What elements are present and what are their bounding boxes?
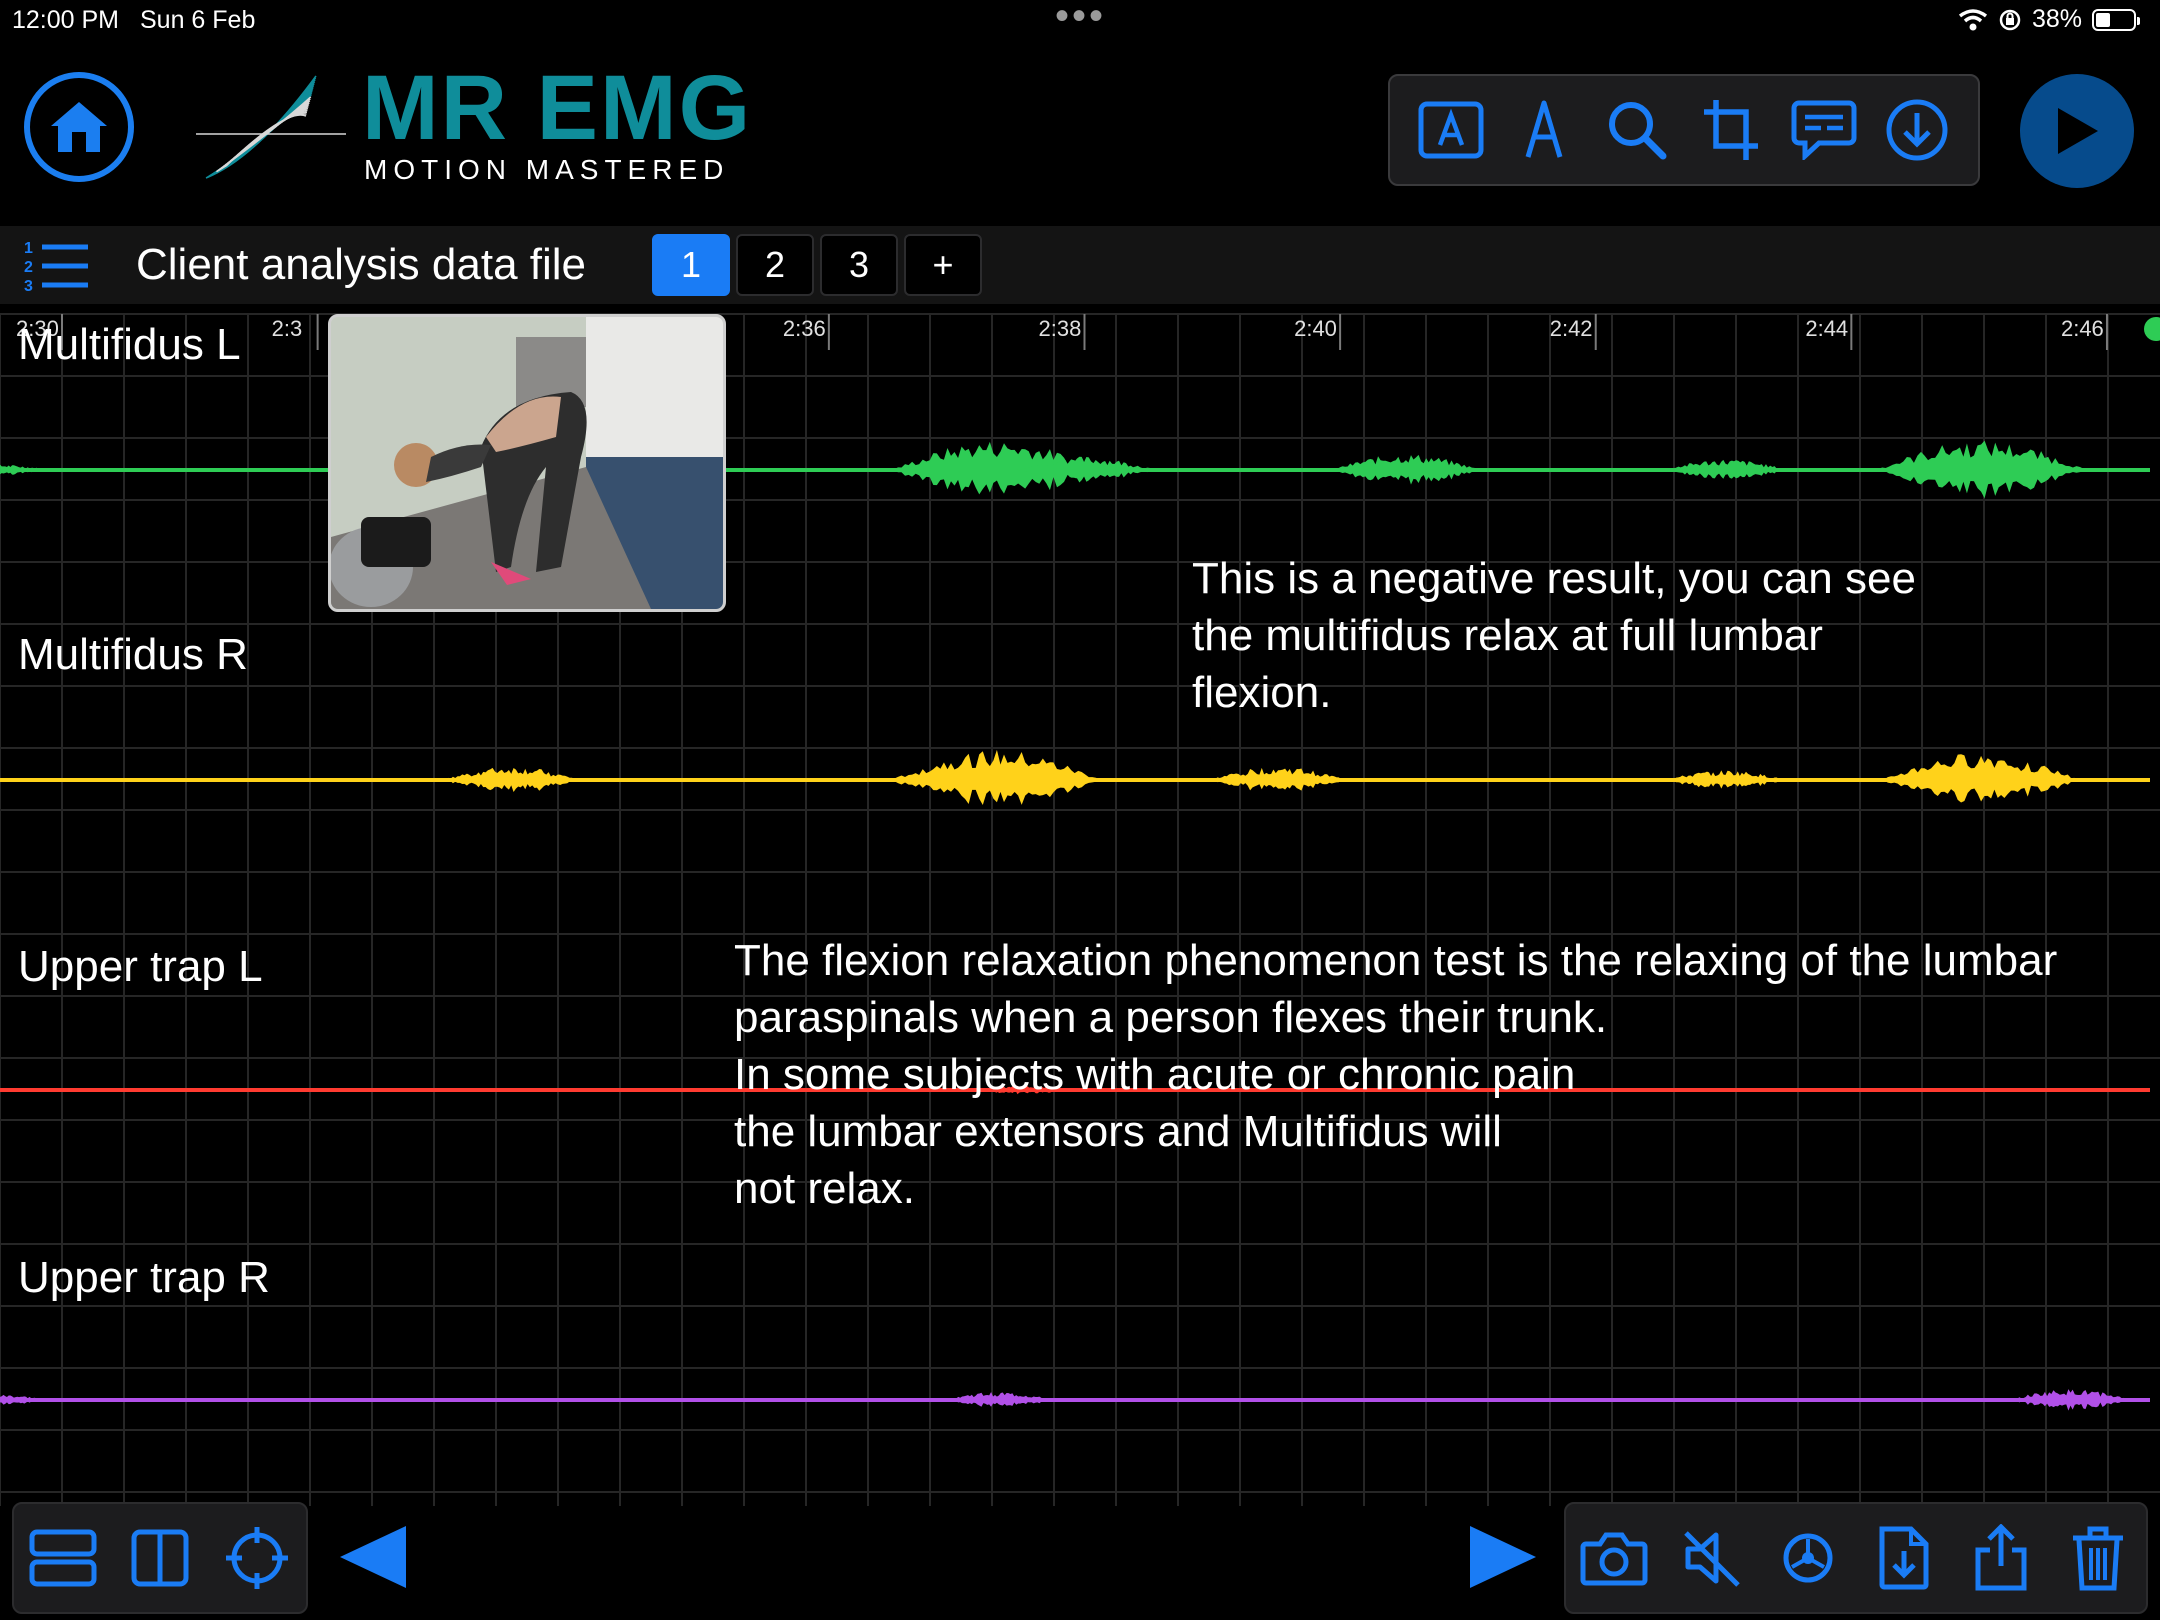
brand-logo-icon [196,75,346,179]
import-file-icon[interactable] [1865,1519,1943,1597]
note-line: the lumbar extensors and Multifidus will [734,1107,1502,1156]
emg-burst [1661,459,1790,479]
note-line: This is a negative result, you can see [1192,554,1916,603]
brand-name: MR EMG [362,57,753,159]
x-tick-label: 2:40 [1294,316,1337,341]
wifi-icon [1958,8,1988,30]
svg-text:2: 2 [24,259,33,276]
emg-burst [890,749,1103,806]
emg-burst [0,464,52,475]
share-icon[interactable] [1962,1519,2040,1597]
logo-stroke [208,81,316,178]
add-tab-button[interactable]: + [904,234,982,296]
tab-1[interactable]: 1 [652,234,730,296]
view-toolbar [12,1502,308,1614]
emg-burst [0,1394,52,1405]
emg-burst [2006,1389,2135,1411]
pen-icon[interactable] [1509,95,1579,165]
crop-icon[interactable] [1696,95,1766,165]
svg-text:3: 3 [24,278,33,294]
x-tick-label: 2:3 [272,316,303,341]
battery-icon [2092,8,2140,31]
tab-2[interactable]: 2 [736,234,814,296]
battery-percent: 38% [2031,5,2082,33]
channel-label-upper-trap-r: Upper trap R [18,1253,270,1302]
x-tick-label: 2:42 [1550,316,1593,341]
previous-arrow-icon[interactable] [336,1520,410,1594]
logo-stroke [209,83,315,177]
file-tabs: 1 2 3 + [652,234,982,296]
status-time: 12:00 PM [12,6,120,34]
emg-burst [1663,770,1788,789]
note-line: The flexion relaxation phenomenon test i… [734,936,2058,985]
file-title: Client analysis data file [136,240,587,289]
brand-tagline: MOTION MASTERED [364,154,730,185]
next-arrow-icon[interactable] [1466,1520,1540,1594]
emg-burst [938,1392,1055,1407]
orientation-lock-icon [1999,9,2021,30]
annotation-note-negative-result[interactable]: This is a negative result, you can see t… [1192,550,1916,721]
crosshair-icon[interactable] [218,1519,296,1597]
download-icon[interactable] [1882,95,1952,165]
note-line: paraspinals when a person flexes their t… [734,993,1608,1042]
stacked-view-icon[interactable] [24,1519,102,1597]
home-button[interactable] [24,72,134,182]
play-button[interactable] [2020,74,2134,188]
note-line: In some subjects with acute or chronic p… [734,1050,1576,1099]
channel-label-multifidus-l: Multifidus L [18,320,241,369]
comment-icon[interactable] [1789,95,1859,165]
note-line: not relax. [734,1164,915,1213]
text-box-icon[interactable] [1416,95,1486,165]
mute-icon[interactable] [1672,1519,1750,1597]
x-tick-label: 2:36 [783,316,826,341]
status-bar: 12:00 PM Sun 6 Feb ••• 38% [0,0,2160,40]
channel-label-upper-trap-l: Upper trap L [18,942,263,991]
status-right: 38% [1958,5,2140,34]
emg-chart[interactable]: 2:30 2:3 2:36 2:38 2:40 2:42 2:44 2:46 [0,306,2160,1506]
logo-stroke [207,79,316,178]
video-thumbnail[interactable] [328,314,726,612]
numbered-list-icon[interactable]: 1 2 3 [22,236,92,294]
svg-text:1: 1 [24,240,33,257]
status-date: Sun 6 Feb [140,6,256,34]
emg-burst [1329,454,1482,485]
split-view-icon[interactable] [121,1519,199,1597]
x-tick-label: 2:38 [1038,316,1081,341]
annotation-toolbar [1388,74,1980,186]
home-icon [51,102,107,152]
emg-burst [1881,754,2082,803]
emg-burst [1875,440,2088,499]
note-line: the multifidus relax at full lumbar [1192,611,1823,660]
logo-stroke [206,77,317,179]
emg-burst [441,767,582,792]
play-icon [2058,108,2098,154]
x-tick-label: 2:46 [2061,316,2104,341]
trash-icon[interactable] [2059,1519,2137,1597]
camera-icon[interactable] [1575,1519,1653,1597]
emg-burst [1208,767,1349,791]
tab-3[interactable]: 3 [820,234,898,296]
actions-toolbar [1564,1502,2148,1614]
annotation-note-flexion[interactable]: The flexion relaxation phenomenon test i… [734,932,2057,1217]
settings-icon[interactable] [1769,1519,1847,1597]
note-line: flexion. [1192,668,1332,717]
multitasking-dots-icon[interactable]: ••• [1055,0,1106,39]
channel-label-multifidus-r: Multifidus R [18,630,248,679]
x-tick-label: 2:44 [1805,316,1848,341]
search-icon[interactable] [1602,95,1672,165]
logo-stroke [205,75,317,179]
